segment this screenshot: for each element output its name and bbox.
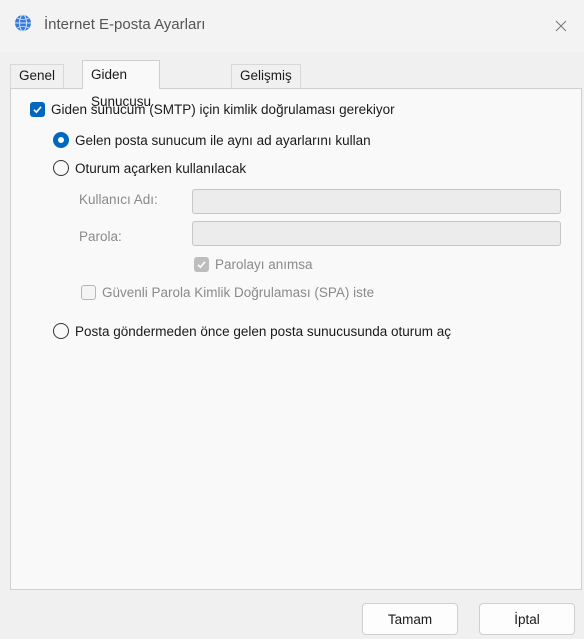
spa-checkbox[interactable] — [81, 285, 96, 300]
username-input[interactable] — [193, 190, 560, 213]
title-bar: İnternet E-posta Ayarları — [0, 0, 584, 52]
remember-password-checkbox[interactable] — [194, 257, 209, 272]
close-button[interactable] — [538, 0, 584, 52]
password-label: Parola: — [79, 229, 122, 244]
logon-incoming-first-label: Posta göndermeden önce gelen posta sunuc… — [75, 323, 452, 339]
logon-using-label: Oturum açarken kullanılacak — [75, 160, 247, 176]
username-label: Kullanıcı Adı: — [79, 192, 158, 207]
logon-incoming-first-radio-row[interactable]: Posta göndermeden önce gelen posta sunuc… — [53, 323, 451, 339]
remember-password-row[interactable]: Parolayı anımsa — [194, 257, 313, 272]
logon-incoming-first-radio[interactable] — [53, 323, 69, 339]
logon-using-radio-row[interactable]: Oturum açarken kullanılacak — [53, 160, 246, 176]
remember-password-label: Parolayı anımsa — [215, 257, 313, 272]
checkmark-icon — [33, 106, 42, 114]
username-field[interactable] — [192, 189, 561, 214]
smtp-auth-checkbox-row[interactable]: Giden sunucum (SMTP) için kimlik doğrula… — [30, 102, 395, 117]
spa-label: Güvenli Parola Kimlik Doğrulaması (SPA) … — [102, 285, 375, 300]
tab-advanced[interactable]: Gelişmiş — [231, 64, 301, 88]
logon-using-radio[interactable] — [53, 160, 69, 176]
close-icon — [555, 20, 567, 32]
window-title: İnternet E-posta Ayarları — [44, 16, 206, 33]
dialog-footer: Tamam İptal — [0, 590, 584, 639]
smtp-auth-checkbox[interactable] — [30, 102, 45, 117]
spa-row[interactable]: Güvenli Parola Kimlik Doğrulaması (SPA) … — [81, 285, 374, 300]
tab-outgoing-server[interactable]: Giden Sunucusu — [82, 60, 161, 109]
checkmark-icon — [197, 261, 206, 269]
tab-general[interactable]: Genel — [10, 64, 65, 88]
same-settings-radio[interactable] — [53, 132, 69, 148]
globe-mail-icon — [15, 14, 31, 32]
cancel-button[interactable]: İptal — [479, 603, 575, 635]
ok-button[interactable]: Tamam — [362, 603, 458, 635]
same-settings-radio-row[interactable]: Gelen posta sunucum ile aynı ad ayarları… — [53, 132, 371, 148]
password-input[interactable] — [193, 222, 560, 245]
same-settings-label: Gelen posta sunucum ile aynı ad ayarları… — [75, 132, 371, 148]
password-field[interactable] — [192, 221, 561, 246]
outgoing-server-panel: Giden sunucum (SMTP) için kimlik doğrula… — [10, 88, 582, 590]
